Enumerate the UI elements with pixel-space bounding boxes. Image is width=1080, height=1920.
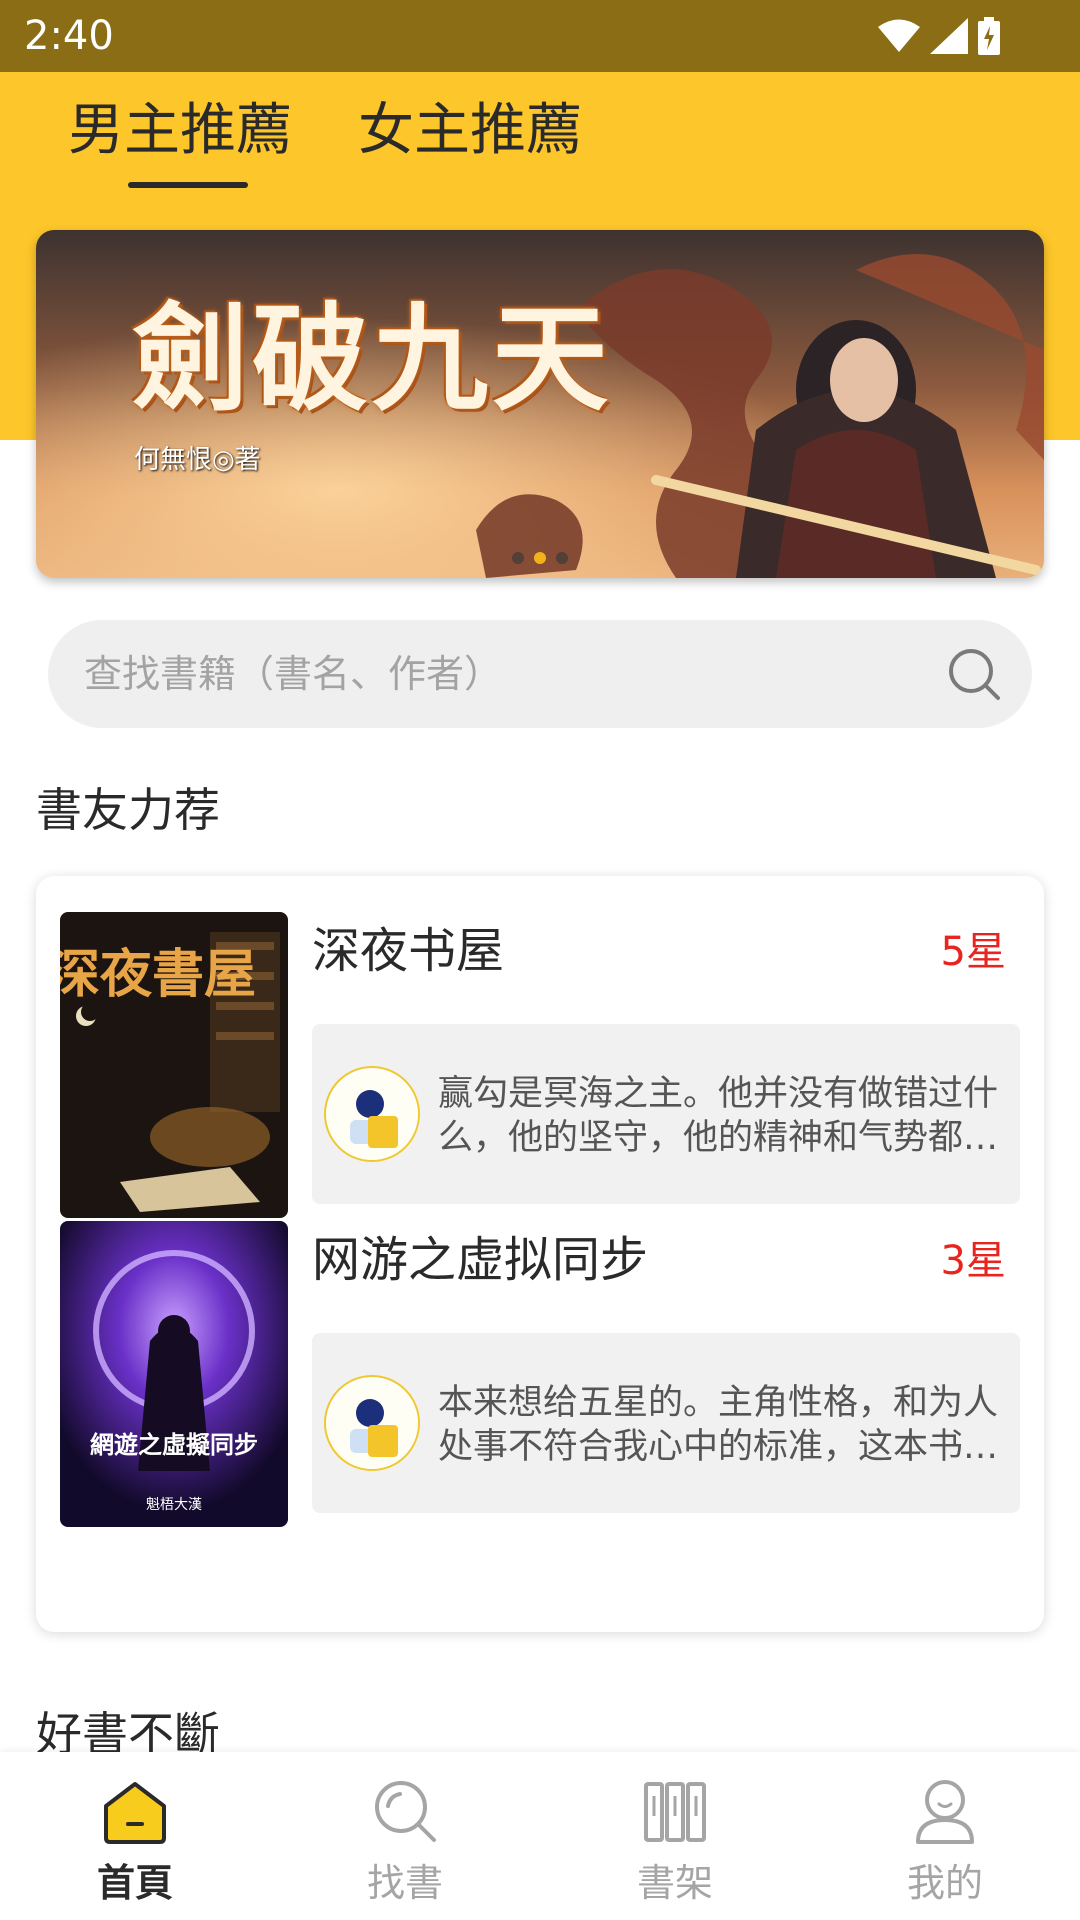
nav-find-books[interactable]: 找書 — [270, 1752, 540, 1920]
signal-icon — [930, 18, 968, 54]
book-rating: 5星 — [940, 929, 1006, 975]
carousel-dot[interactable] — [556, 552, 568, 564]
banner-carousel[interactable]: 劍破九天 何無恨◎著 — [36, 230, 1044, 578]
review-text: 本来想给五星的。主角性格，和为人处事不符合我心中的标准，这本书依然值得一看。 — [438, 1383, 999, 1467]
search-icon — [375, 1781, 436, 1842]
nav-label: 我的 — [906, 1861, 983, 1905]
carousel-dot-active[interactable] — [534, 552, 546, 564]
book-cover-art: 深夜書屋 — [60, 912, 288, 1218]
cover-title: 網遊之虛擬同步 — [90, 1431, 258, 1459]
status-bar: 2:40 — [0, 0, 1080, 72]
bookshelf-icon — [644, 1782, 706, 1842]
banner-author: 何無恨◎著 — [134, 445, 261, 475]
section-title-recommend: 書友力荐 — [36, 783, 220, 837]
book-title[interactable]: 深夜书屋 — [312, 920, 504, 982]
book-rating: 3星 — [940, 1238, 1006, 1284]
carousel-dot[interactable] — [512, 552, 524, 564]
review-text: 赢勾是冥海之主。他并没有做错过什么，他的坚守，他的精神和气势都值得敬佩。 — [438, 1074, 999, 1158]
wifi-icon — [878, 19, 920, 52]
bottom-nav: 首頁 找書 書架 我的 — [0, 1752, 1080, 1920]
book-cover[interactable]: 網遊之虛擬同步 魁梧大漢 — [60, 1221, 288, 1527]
book-cover[interactable]: 深夜書屋 — [60, 912, 288, 1218]
status-icons — [878, 14, 1000, 58]
home-icon — [104, 1782, 166, 1844]
book-item[interactable]: 深夜書屋 深夜书屋 5星 赢勾是冥海之主。他并没有做错过什么，他的坚守，他的精神… — [36, 876, 1044, 1218]
cover-author: 魁梧大漢 — [146, 1497, 202, 1513]
review-box[interactable]: 本来想给五星的。主角性格，和为人处事不符合我心中的标准，这本书依然值得一看。 — [312, 1333, 1020, 1513]
battery-icon — [978, 17, 1000, 55]
nav-bookshelf[interactable]: 書架 — [540, 1752, 810, 1920]
profile-icon — [916, 1780, 974, 1844]
nav-home[interactable]: 首頁 — [0, 1752, 270, 1920]
status-time: 2:40 — [24, 13, 114, 59]
tab-indicator — [128, 182, 248, 188]
recommend-card: 深夜書屋 深夜书屋 5星 赢勾是冥海之主。他并没有做错过什么，他的坚守，他的精神… — [36, 876, 1044, 1632]
nav-profile[interactable]: 我的 — [810, 1752, 1080, 1920]
book-item[interactable]: 網遊之虛擬同步 魁梧大漢 网游之虚拟同步 3星 本来想给五星的。主角性格，和为人… — [36, 1185, 1044, 1527]
nav-label: 首頁 — [96, 1861, 173, 1905]
search-placeholder: 查找書籍（書名、作者） — [84, 652, 503, 696]
reviewer-avatar — [324, 1066, 420, 1162]
search-input[interactable]: 查找書籍（書名、作者） — [48, 620, 1032, 728]
book-cover-art: 網遊之虛擬同步 魁梧大漢 — [60, 1221, 288, 1527]
nav-label: 找書 — [366, 1861, 443, 1905]
review-box[interactable]: 赢勾是冥海之主。他并没有做错过什么，他的坚守，他的精神和气势都值得敬佩。 — [312, 1024, 1020, 1204]
cover-title-char-1: 深夜書屋 — [60, 944, 256, 1005]
tab-male-recommend[interactable]: 男主推薦 — [68, 96, 292, 166]
tab-female-recommend[interactable]: 女主推薦 — [358, 96, 582, 166]
nav-label: 書架 — [636, 1861, 713, 1905]
banner-title: 劍破九天 — [132, 291, 612, 427]
search-icon[interactable] — [944, 644, 1004, 704]
reviewer-avatar — [324, 1375, 420, 1471]
book-title[interactable]: 网游之虚拟同步 — [312, 1229, 648, 1291]
carousel-indicator — [36, 552, 1044, 564]
